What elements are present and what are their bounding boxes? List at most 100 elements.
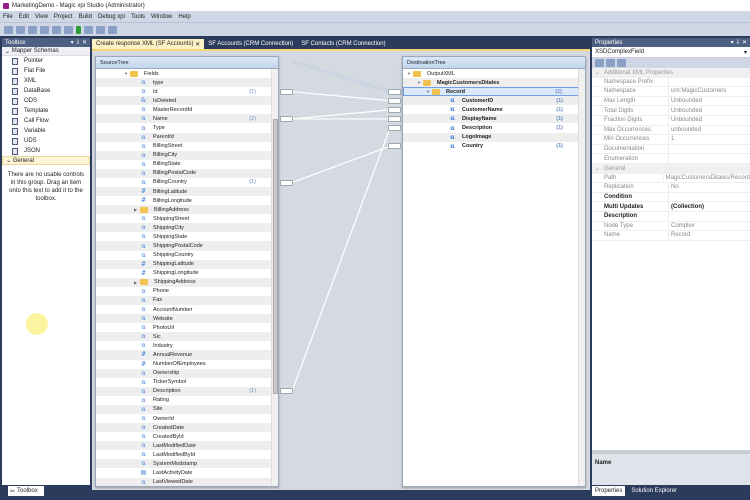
object-selector[interactable]: XSDComplexField ▾: [592, 47, 750, 58]
property-value[interactable]: MagicCustomersDitales/Record: [662, 173, 750, 183]
property-value[interactable]: [668, 144, 671, 154]
tree-row[interactable]: α BillingPostalCode: [96, 168, 278, 178]
destination-connector[interactable]: [388, 115, 401, 122]
menu-view[interactable]: View: [35, 14, 48, 20]
property-value[interactable]: No: [668, 183, 679, 192]
mapping-line[interactable]: [291, 127, 391, 392]
property-row[interactable]: Max Occurrences unbounded: [592, 125, 750, 136]
scroll-thumb[interactable]: [273, 119, 278, 394]
panel-controls[interactable]: ▾ ⇩ ✕: [71, 39, 87, 46]
tree-row[interactable]: ▼ MagicCustomersDitales: [403, 78, 585, 88]
destination-connector[interactable]: [388, 143, 401, 150]
new-project-icon[interactable]: [4, 25, 13, 34]
record-mapping-line[interactable]: [291, 59, 391, 94]
tree-row[interactable]: α BillingCountry (1): [96, 178, 278, 187]
property-row[interactable]: Namespace Prefix: [592, 77, 750, 88]
tree-row[interactable]: ▶ BillingAddress: [96, 205, 278, 215]
tab-solution-explorer[interactable]: Solution Explorer: [628, 486, 680, 496]
property-row[interactable]: Total Digits Unbounded: [592, 106, 750, 116]
tree-row[interactable]: α Website: [96, 314, 278, 324]
toolbox-item-database[interactable]: DataBase: [2, 86, 90, 96]
save-all-icon[interactable]: [28, 25, 37, 34]
tree-row[interactable]: # AnnualRevenue: [96, 350, 278, 360]
menu-debug-xpi[interactable]: Debug xpi: [98, 14, 125, 20]
toolbox-item-json[interactable]: JSON: [2, 146, 90, 156]
toolbox-item-template[interactable]: Template: [2, 106, 90, 116]
tree-row[interactable]: α Description (1): [96, 386, 278, 396]
tab-properties[interactable]: Properties: [592, 486, 626, 496]
group-general[interactable]: ⌄ General: [2, 156, 90, 165]
tree-row[interactable]: α Industry: [96, 341, 278, 350]
tree-row[interactable]: α Type: [96, 123, 278, 132]
tree-row[interactable]: α LogoImage: [403, 132, 585, 142]
property-value[interactable]: urn:MagicCustomers: [668, 87, 726, 96]
destination-scrollbar[interactable]: [578, 69, 585, 486]
tree-row[interactable]: α CreatedById: [96, 432, 278, 441]
property-value[interactable]: Unbounded: [668, 106, 702, 115]
tree-row[interactable]: α LastViewedDate: [96, 477, 278, 486]
tree-row[interactable]: ▼ Record (1): [403, 87, 585, 97]
tree-row[interactable]: α ShippingCity: [96, 223, 278, 233]
destination-connector[interactable]: [388, 125, 401, 132]
tree-row[interactable]: α BillingCity: [96, 150, 278, 160]
toolbox-item-ods[interactable]: ODS: [2, 96, 90, 106]
category-general[interactable]: ⌄ General: [592, 163, 750, 174]
property-row[interactable]: Enumeration: [592, 154, 750, 164]
tree-row[interactable]: ▼ OutputXML: [403, 69, 585, 78]
panel-controls[interactable]: ▾ ⇩ ✕: [731, 39, 747, 46]
menu-help[interactable]: Help: [178, 14, 190, 20]
property-value[interactable]: Record: [668, 231, 690, 240]
tree-row[interactable]: α Name (2): [96, 114, 278, 124]
tab-sf-accounts[interactable]: SF Accounts (CRM Connection): [204, 39, 297, 49]
tree-row[interactable]: α Phone: [96, 287, 278, 296]
tree-row[interactable]: # BillingLatitude: [96, 187, 278, 197]
property-row[interactable]: Fraction Digits Unbounded: [592, 115, 750, 126]
group-mapper-schemas[interactable]: ⌄ Mapper Schemas: [2, 47, 90, 56]
tree-row[interactable]: α Ownership: [96, 368, 278, 378]
menu-file[interactable]: File: [3, 14, 13, 20]
property-value[interactable]: Complex: [668, 221, 695, 231]
tree-row[interactable]: & IsDeleted: [96, 96, 278, 106]
tree-row[interactable]: α Id (1): [96, 87, 278, 96]
tree-row[interactable]: α PhotoUrl: [96, 323, 278, 332]
destination-connector[interactable]: [388, 88, 401, 95]
menu-tools[interactable]: Tools: [131, 14, 145, 20]
property-pages-icon[interactable]: [617, 59, 626, 67]
tree-row[interactable]: # NumberOfEmployees: [96, 360, 278, 369]
property-value[interactable]: unbounded: [668, 125, 701, 135]
menu-edit[interactable]: Edit: [19, 14, 29, 20]
close-icon[interactable]: ✕: [195, 41, 200, 48]
property-value[interactable]: 1: [668, 135, 674, 144]
tree-row[interactable]: α LastModifiedById: [96, 450, 278, 459]
tree-row[interactable]: α Fax: [96, 295, 278, 306]
property-value[interactable]: Unbounded: [668, 115, 702, 125]
tree-row[interactable]: α AccountNumber: [96, 305, 278, 314]
tree-row[interactable]: α CustomerID (1): [403, 96, 585, 106]
tree-row[interactable]: ▶ ShippingAddress: [96, 277, 278, 287]
tree-row[interactable]: # ShippingLatitude: [96, 259, 278, 269]
menu-project[interactable]: Project: [54, 14, 73, 20]
build-icon[interactable]: [96, 25, 105, 34]
tree-row[interactable]: # ShippingLongitude: [96, 269, 278, 278]
tree-row[interactable]: α CreatedDate: [96, 423, 278, 433]
tree-row[interactable]: α OwnerId: [96, 414, 278, 423]
property-row[interactable]: Max Length Unbounded: [592, 96, 750, 107]
property-value[interactable]: [668, 211, 671, 221]
property-row[interactable]: Description: [592, 211, 750, 222]
menu-window[interactable]: Window: [151, 14, 172, 20]
property-row[interactable]: Documentation: [592, 144, 750, 155]
tree-row[interactable]: α Site: [96, 404, 278, 414]
tree-row[interactable]: α Rating: [96, 396, 278, 405]
property-value[interactable]: [668, 192, 671, 202]
source-connector[interactable]: [280, 115, 293, 122]
save-icon[interactable]: [16, 25, 25, 34]
tab-sf-contacts[interactable]: SF Contacts (CRM Connection): [297, 39, 389, 49]
tree-row[interactable]: ▤ LastActivityDate: [96, 468, 278, 477]
tree-row[interactable]: α Country (1): [403, 142, 585, 151]
tree-row[interactable]: α Sic: [96, 332, 278, 342]
property-row[interactable]: Name Record: [592, 231, 750, 241]
destination-connector[interactable]: [388, 106, 401, 113]
debug-icon[interactable]: [84, 25, 93, 34]
categorized-icon[interactable]: [595, 59, 604, 67]
tree-row[interactable]: α DisplayName (1): [403, 114, 585, 124]
